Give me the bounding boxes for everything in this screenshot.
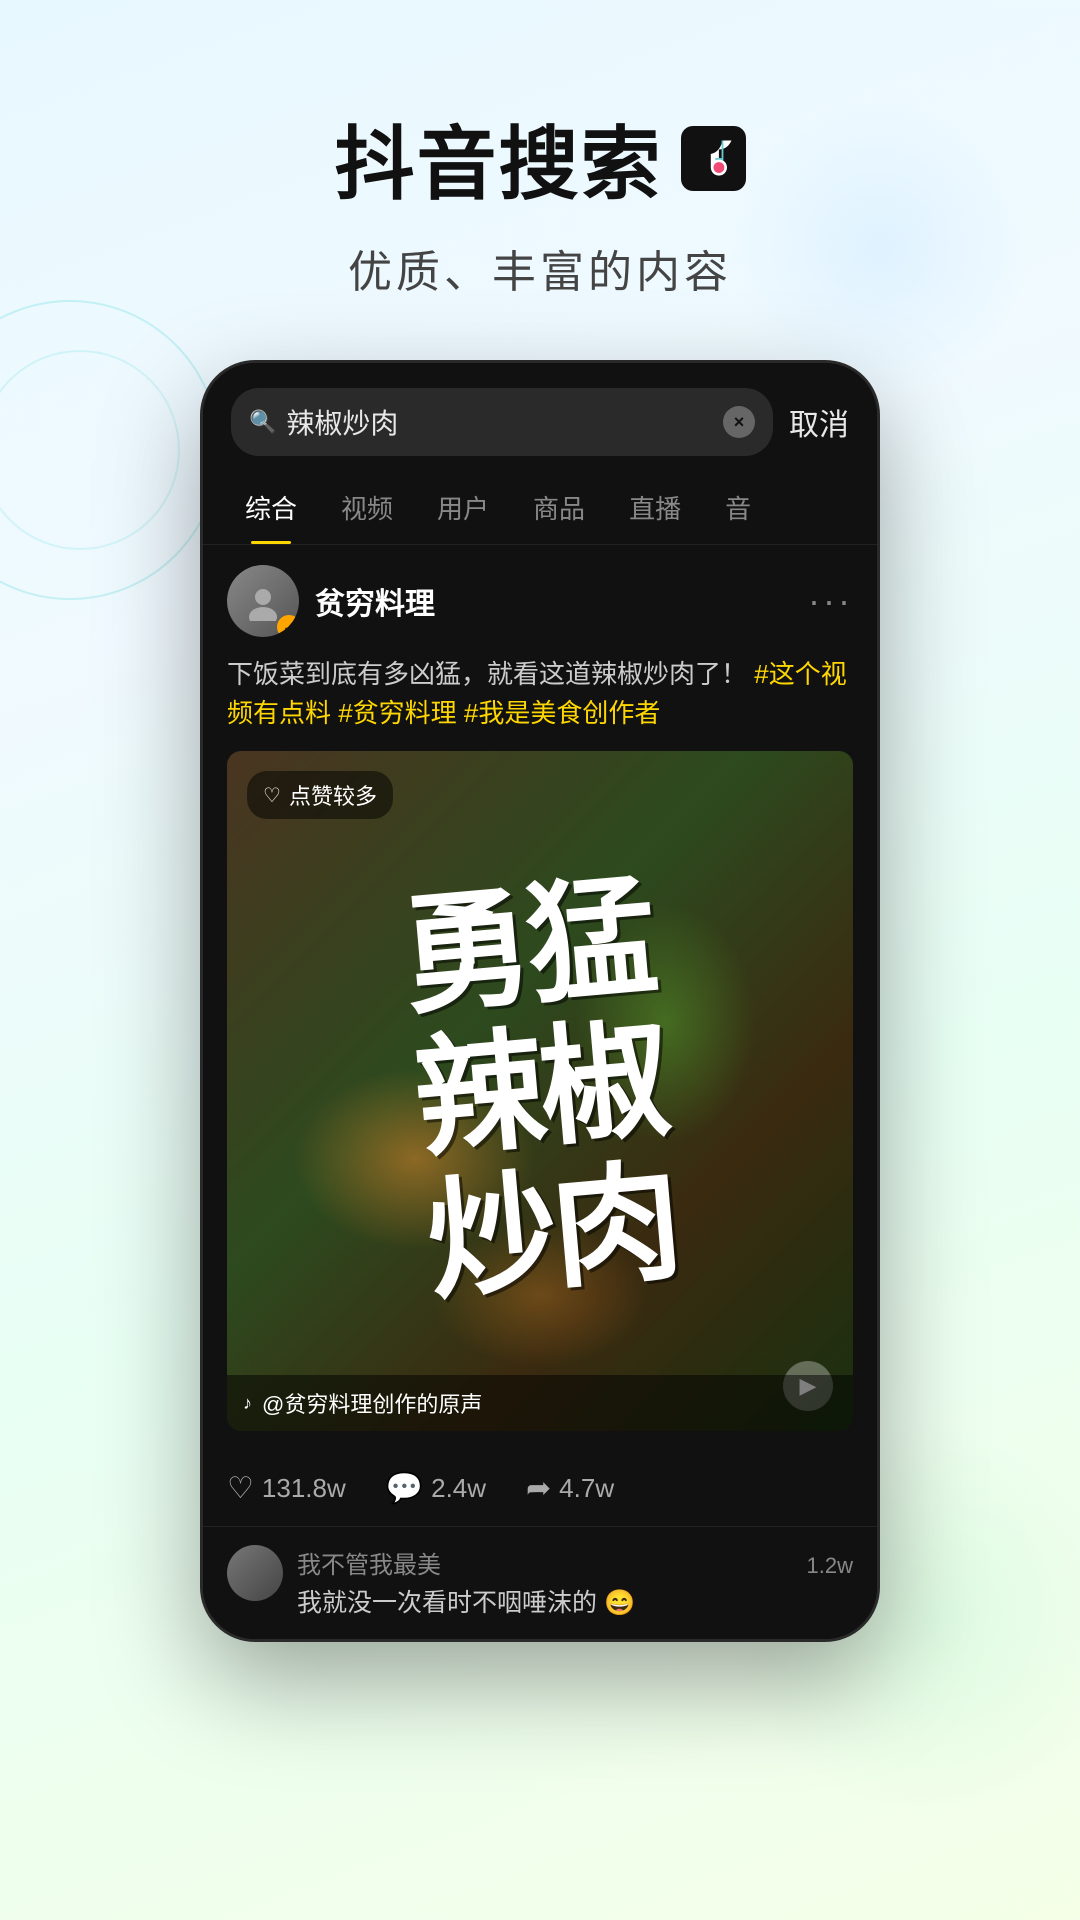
like-button[interactable]: ♡ 131.8w: [227, 1471, 346, 1506]
username-label: 贫穷料理: [315, 579, 435, 623]
tab-商品[interactable]: 商品: [511, 471, 607, 544]
share-button[interactable]: ➦ 4.7w: [526, 1471, 614, 1506]
post-header: ✓ 贫穷料理 ···: [227, 565, 853, 637]
search-icon: 🔍: [249, 409, 276, 435]
tab-label-商品: 商品: [533, 494, 585, 524]
user-avatar: ✓: [227, 565, 299, 637]
more-options-button[interactable]: ···: [808, 580, 853, 622]
tiktok-logo-icon: [681, 126, 746, 191]
like-count: 131.8w: [262, 1473, 346, 1504]
tab-label-直播: 直播: [629, 494, 681, 524]
tiktok-note-icon: ♪: [243, 1393, 252, 1414]
post-text: 下饭菜到底有多凶猛，就看这道辣椒炒肉了！ #这个视频有点料 #贫穷料理 #我是美…: [227, 655, 853, 733]
commenter-avatar: [227, 1545, 283, 1601]
app-title-text: 抖音搜索: [335, 100, 663, 216]
likes-badge-text: 点赞较多: [289, 779, 377, 811]
app-subtitle: 优质、丰富的内容: [0, 236, 1080, 300]
comment-content: 我不管我最美 我就没一次看时不咽唾沫的 😄: [297, 1545, 793, 1621]
cancel-search-button[interactable]: 取消: [789, 400, 849, 444]
tabs-area: 综合 视频 用户 商品 直播 音: [203, 471, 877, 545]
tab-综合[interactable]: 综合: [223, 471, 319, 544]
tab-直播[interactable]: 直播: [607, 471, 703, 544]
comment-text: 我就没一次看时不咽唾沫的 😄: [297, 1586, 793, 1621]
content-area: ✓ 贫穷料理 ··· 下饭菜到底有多凶猛，就看这道辣椒炒肉了！ #这个视频有点料…: [203, 545, 877, 1451]
comment-button[interactable]: 💬 2.4w: [386, 1471, 486, 1506]
search-bar-area: 🔍 辣椒炒肉 × 取消: [203, 363, 877, 471]
comment-stats: 1.2w: [807, 1545, 853, 1579]
video-source-text: @贫穷料理创作的原声: [262, 1387, 482, 1419]
video-thumbnail[interactable]: 勇猛辣椒炒肉 ♡ 点赞较多 ▶ ♪ @贫穷料理创作: [227, 751, 853, 1431]
likes-badge: ♡ 点赞较多: [247, 771, 393, 819]
heart-icon: ♡: [227, 1471, 254, 1506]
phone-container: 🔍 辣椒炒肉 × 取消 综合 视频 用户: [0, 360, 1080, 1642]
commenter-name: 我不管我最美: [297, 1545, 793, 1580]
comment-count: 2.4w: [431, 1473, 486, 1504]
heart-icon: ♡: [263, 783, 281, 808]
verified-badge: ✓: [277, 615, 299, 637]
video-calligraphy-text: 勇猛辣椒炒肉: [397, 866, 683, 1315]
phone-mockup: 🔍 辣椒炒肉 × 取消 综合 视频 用户: [200, 360, 880, 1642]
post-user-info[interactable]: ✓ 贫穷料理: [227, 565, 435, 637]
header-section: 抖音搜索 优质、丰富的内容: [0, 0, 1080, 360]
tab-label-音频: 音: [725, 494, 751, 524]
search-query-text: 辣椒炒肉: [286, 402, 713, 442]
share-count: 4.7w: [559, 1473, 614, 1504]
video-text-overlay: 勇猛辣椒炒肉: [227, 751, 853, 1431]
tab-label-视频: 视频: [341, 494, 393, 524]
video-bottom-bar: ♪ @贫穷料理创作的原声: [227, 1375, 853, 1431]
search-input-box[interactable]: 🔍 辣椒炒肉 ×: [231, 388, 773, 456]
tab-视频[interactable]: 视频: [319, 471, 415, 544]
app-title: 抖音搜索: [0, 100, 1080, 216]
post-description: 下饭菜到底有多凶猛，就看这道辣椒炒肉了！: [227, 659, 747, 689]
tab-label-用户: 用户: [437, 494, 489, 524]
tab-音频[interactable]: 音: [703, 471, 773, 544]
share-icon: ➦: [526, 1471, 551, 1506]
clear-search-button[interactable]: ×: [723, 406, 755, 438]
comment-preview: 我不管我最美 我就没一次看时不咽唾沫的 😄 1.2w: [203, 1527, 877, 1639]
phone-inner: 🔍 辣椒炒肉 × 取消 综合 视频 用户: [203, 363, 877, 1639]
tab-label-综合: 综合: [245, 494, 297, 524]
tab-用户[interactable]: 用户: [415, 471, 511, 544]
comment-icon: 💬: [386, 1471, 423, 1506]
interaction-bar: ♡ 131.8w 💬 2.4w ➦ 4.7w: [203, 1451, 877, 1527]
clear-icon: ×: [734, 412, 745, 433]
